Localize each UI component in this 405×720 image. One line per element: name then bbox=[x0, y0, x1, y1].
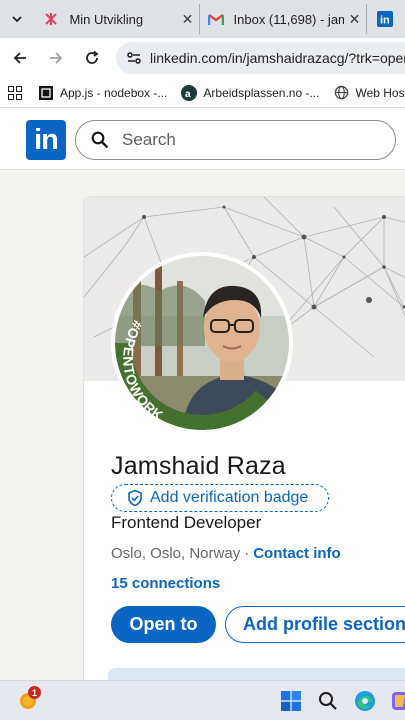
browser-tab-linkedin[interactable]: in bbox=[365, 4, 405, 34]
tab-title: Min Utvikling bbox=[69, 11, 144, 27]
browser-tab-min-utvikling[interactable]: Min Utvikling ✕ bbox=[31, 4, 198, 34]
chevron-down-icon bbox=[12, 16, 22, 23]
bookmark-arbeidsplassen[interactable]: a Arbeidsplassen.no -... bbox=[181, 84, 320, 101]
arbeidsplassen-icon: a bbox=[181, 84, 198, 101]
separator-dot: · bbox=[244, 545, 250, 562]
codesandbox-icon bbox=[38, 85, 54, 101]
bookmarks-bar: App.js - nodebox -... a Arbeidsplassen.n… bbox=[0, 78, 405, 108]
windows-start-icon[interactable] bbox=[279, 689, 303, 713]
profile-photo[interactable]: #OPENTOWORK bbox=[111, 252, 293, 434]
back-button[interactable] bbox=[4, 42, 36, 74]
globe-icon bbox=[333, 85, 349, 101]
linkedin-logo[interactable]: in bbox=[26, 120, 66, 160]
verification-label: Add verification badge bbox=[150, 489, 309, 506]
close-tab-icon[interactable]: ✕ bbox=[177, 11, 199, 28]
bookmark-nodebox[interactable]: App.js - nodebox -... bbox=[38, 85, 167, 101]
bookmark-label: Arbeidsplassen.no -... bbox=[203, 85, 320, 100]
contact-info-link[interactable]: Contact info bbox=[253, 545, 341, 562]
tab-search-button[interactable] bbox=[2, 4, 31, 34]
reload-button[interactable] bbox=[76, 42, 108, 74]
search-icon bbox=[90, 130, 110, 150]
close-tab-icon[interactable]: ✕ bbox=[344, 11, 366, 28]
site-info-icon[interactable] bbox=[126, 48, 142, 68]
profile-headline: Frontend Developer bbox=[111, 513, 262, 532]
apps-button[interactable] bbox=[8, 85, 22, 100]
linkedin-header: in bbox=[0, 108, 405, 170]
arrow-left-icon bbox=[13, 52, 26, 64]
svg-text:a: a bbox=[185, 89, 191, 100]
linkedin-icon: in bbox=[376, 11, 393, 27]
shield-check-icon bbox=[126, 489, 144, 507]
notification-badge: 1 bbox=[28, 686, 41, 699]
arrow-right-icon bbox=[50, 52, 63, 64]
bookmark-label: App.js - nodebox -... bbox=[60, 85, 168, 100]
apps-grid-icon bbox=[8, 85, 22, 100]
bookmark-web-hosting[interactable]: Web Hos bbox=[333, 85, 405, 101]
profile-location: Oslo, Oslo, Norway bbox=[111, 545, 241, 562]
profile-picture-image: #OPENTOWORK bbox=[115, 256, 289, 430]
add-verification-badge-button[interactable]: Add verification badge bbox=[111, 484, 329, 512]
url-text: linkedin.com/in/jamshaidrazacg/?trk=open… bbox=[150, 50, 405, 66]
search-input[interactable] bbox=[122, 130, 362, 150]
browser-tab-gmail[interactable]: Inbox (11,698) - jamsh ✕ bbox=[198, 4, 366, 34]
browser-tabstrip: Min Utvikling ✕ Inbox (11,698) - jamsh ✕… bbox=[0, 0, 405, 38]
edge-icon[interactable] bbox=[353, 689, 377, 713]
browser-toolbar: linkedin.com/in/jamshaidrazacg/?trk=open… bbox=[0, 38, 405, 78]
location-row: Oslo, Oslo, Norway · Contact info bbox=[111, 545, 341, 562]
forward-button[interactable] bbox=[40, 42, 72, 74]
open-to-button[interactable]: Open to bbox=[111, 606, 216, 643]
search-icon[interactable] bbox=[316, 689, 340, 713]
tab-title: Inbox (11,698) - jamsh bbox=[233, 11, 344, 27]
windows-taskbar bbox=[0, 680, 405, 720]
address-bar[interactable]: linkedin.com/in/jamshaidrazacg/?trk=open… bbox=[116, 42, 405, 74]
gmail-icon bbox=[207, 11, 224, 27]
svg-text:in: in bbox=[380, 15, 390, 27]
search-bar[interactable] bbox=[75, 120, 396, 160]
add-profile-section-button[interactable]: Add profile section bbox=[225, 606, 405, 643]
reload-icon bbox=[86, 50, 99, 64]
profile-name: Jamshaid Raza bbox=[111, 452, 286, 480]
netlify-icon bbox=[43, 11, 59, 27]
copilot-icon[interactable] bbox=[388, 689, 405, 713]
connections-link[interactable]: 15 connections bbox=[111, 575, 220, 592]
bookmark-label: Web Hos bbox=[355, 85, 405, 100]
